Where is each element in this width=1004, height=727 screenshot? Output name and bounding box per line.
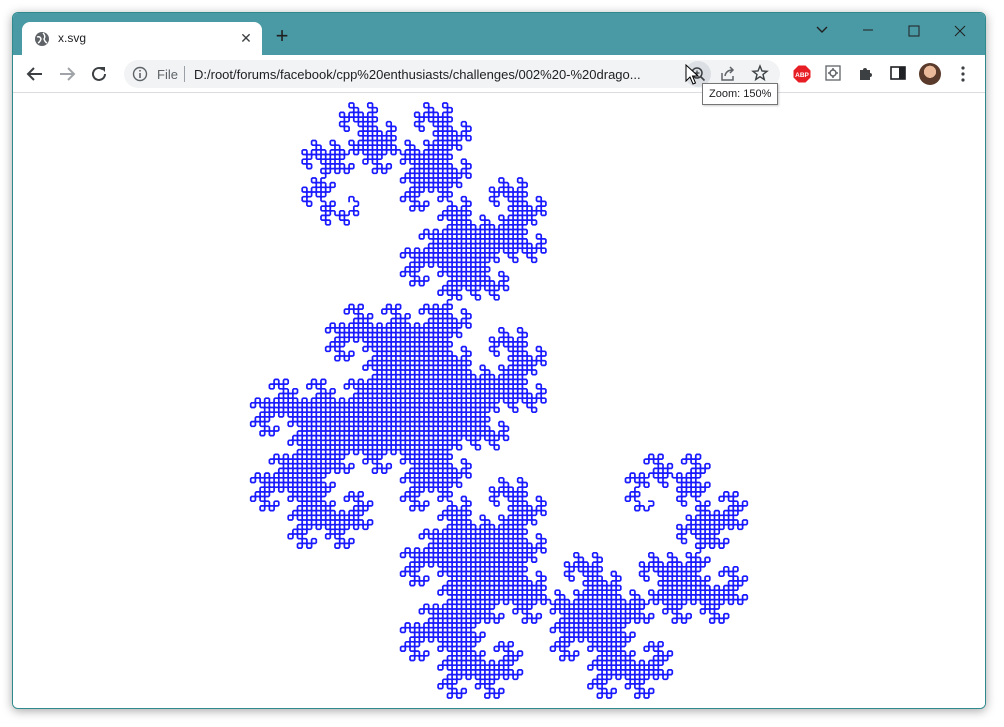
new-tab-button[interactable]: +: [271, 25, 293, 48]
chevron-down-icon: [816, 26, 828, 33]
puzzle-icon[interactable]: [857, 64, 875, 82]
reload-button[interactable]: [85, 60, 113, 88]
svg-text:ABP: ABP: [795, 72, 809, 79]
side-panel-icon[interactable]: [889, 64, 907, 82]
share-icon[interactable]: [719, 65, 737, 83]
title-bar: x.svg ✕ +: [13, 13, 985, 55]
toolbar: File D:/root/forums/facebook/cpp%20enthu…: [13, 55, 985, 93]
scheme-label: File: [157, 67, 178, 82]
arrow-left-icon: [26, 67, 42, 81]
back-button[interactable]: [21, 60, 49, 88]
arrow-right-icon: [60, 67, 76, 81]
svg-viewport: [13, 93, 985, 708]
forward-button[interactable]: [53, 60, 81, 88]
dragon-curve-image: [249, 102, 749, 699]
divider: [184, 66, 185, 82]
more-menu-icon[interactable]: [955, 64, 971, 84]
minimize-icon: [863, 29, 873, 31]
mouse-cursor-icon: [685, 64, 699, 85]
close-window-icon: [954, 25, 966, 37]
maximize-button[interactable]: [892, 17, 938, 45]
tab-title: x.svg: [58, 31, 87, 45]
tab-search-button[interactable]: [800, 17, 846, 45]
zoom-tooltip: Zoom: 150%: [702, 83, 779, 105]
abp-icon[interactable]: ABP: [793, 65, 811, 83]
reload-icon: [92, 66, 106, 81]
avatar[interactable]: [919, 63, 941, 85]
address-bar[interactable]: File D:/root/forums/facebook/cpp%20enthu…: [124, 60, 780, 88]
star-icon[interactable]: [751, 64, 769, 82]
url-text[interactable]: D:/root/forums/facebook/cpp%20enthusiast…: [194, 67, 684, 82]
dragon-curve-path: [249, 102, 749, 699]
tab-x-svg[interactable]: x.svg ✕: [22, 22, 262, 55]
close-window-button[interactable]: [938, 17, 984, 45]
close-tab-button[interactable]: ✕: [238, 30, 254, 46]
browser-window: x.svg ✕ + File D:/root/forums/facebook/c…: [12, 12, 986, 709]
minimize-button[interactable]: [846, 17, 892, 45]
settings-extension-icon[interactable]: [824, 64, 842, 82]
maximize-icon: [908, 25, 920, 37]
info-icon[interactable]: [132, 66, 148, 82]
globe-icon: [35, 32, 49, 46]
